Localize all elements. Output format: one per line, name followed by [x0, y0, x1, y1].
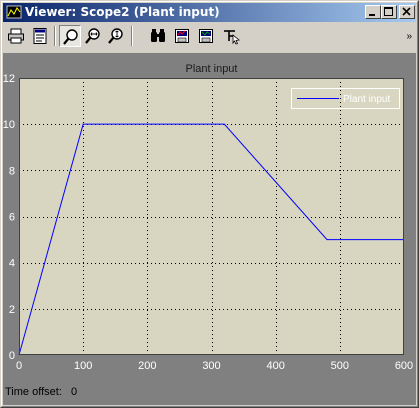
- y-tick-label: 2: [9, 304, 15, 316]
- time-offset-label: Time offset:: [5, 386, 62, 398]
- y-tick-label: 4: [9, 258, 15, 270]
- close-button[interactable]: [399, 5, 415, 19]
- plot-area[interactable]: 0 100 200 300 400 500 600 0 2 4 6 8 10 12 Plant input…: [3, 53, 416, 405]
- y-tick-label: 0: [9, 350, 15, 362]
- y-tick-label: 10: [3, 119, 15, 131]
- toolbar-separator: [131, 26, 133, 46]
- toolbar-overflow-chevron[interactable]: »: [406, 31, 412, 42]
- printer-icon: [8, 28, 24, 44]
- binoculars-icon: [151, 29, 165, 42]
- save-axes-icon: [175, 29, 189, 43]
- axes-background: [19, 78, 404, 355]
- maximize-icon: [384, 7, 393, 16]
- x-tick-label: 0: [16, 360, 22, 372]
- chart-title: Plant input: [186, 63, 238, 75]
- signal-selector-icon: [224, 30, 240, 45]
- x-tick-label: 200: [138, 360, 156, 372]
- signal-selector-button[interactable]: [221, 25, 243, 47]
- minimize-icon: [369, 14, 375, 16]
- legend-label: Plant input: [343, 94, 390, 105]
- toolbar: »: [3, 23, 416, 50]
- minimize-button[interactable]: [365, 5, 381, 19]
- scope-plot[interactable]: 0 100 200 300 400 500 600 0 2 4 6 8 10 12 Plant input…: [3, 53, 416, 405]
- x-tick-label: 100: [74, 360, 92, 372]
- parameters-icon: [33, 28, 47, 44]
- zoom-x-icon: [85, 28, 100, 44]
- zoom-x-button[interactable]: [82, 25, 104, 47]
- parameters-button[interactable]: [29, 25, 51, 47]
- zoom-y-icon: [108, 28, 123, 44]
- scope-app-icon: [6, 5, 22, 19]
- toolbar-separator: [54, 26, 56, 46]
- y-tick-label: 8: [9, 165, 15, 177]
- title-bar[interactable]: Viewer: Scope2 (Plant input): [3, 3, 416, 22]
- y-tick-label: 6: [9, 212, 15, 224]
- restore-axes-icon: [199, 29, 213, 43]
- y-tick-label: 12: [3, 73, 15, 85]
- restore-axes-button[interactable]: [195, 25, 217, 47]
- autoscale-button[interactable]: [147, 25, 169, 47]
- x-tick-label: 600: [395, 360, 413, 372]
- scope-viewer-window: Viewer: Scope2 (Plant input) » 0 100 200…: [0, 0, 419, 408]
- x-tick-label: 400: [266, 360, 284, 372]
- zoom-icon: [63, 29, 78, 45]
- x-tick-label: 300: [202, 360, 220, 372]
- zoom-y-button[interactable]: [105, 25, 127, 47]
- zoom-button[interactable]: [59, 25, 81, 47]
- close-icon: [402, 7, 411, 16]
- print-button[interactable]: [5, 25, 27, 47]
- time-offset-value: 0: [71, 386, 77, 398]
- window-title: Viewer: Scope2 (Plant input): [25, 5, 220, 19]
- save-axes-button[interactable]: [171, 25, 193, 47]
- x-tick-label: 500: [331, 360, 349, 372]
- maximize-button[interactable]: [381, 5, 397, 19]
